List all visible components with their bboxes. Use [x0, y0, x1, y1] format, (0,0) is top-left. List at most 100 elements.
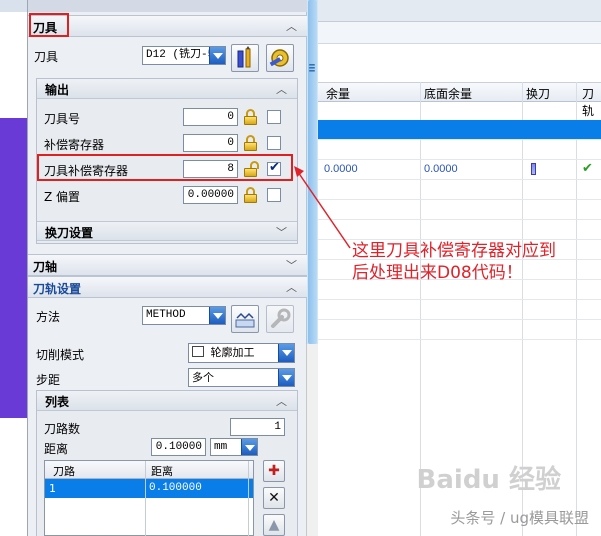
chevron-down-icon[interactable]: ﹀ [276, 224, 287, 240]
table-row[interactable] [318, 200, 601, 220]
col-path: 刀路 [53, 465, 75, 478]
z-offset-checkbox[interactable] [267, 188, 281, 202]
section-toolpath-header[interactable]: 刀轨设置 ︿ [28, 276, 307, 298]
tool-label: 刀具 [34, 50, 59, 64]
annotation-text: 这里刀具补偿寄存器对应到 后处理出来D08代码！ [352, 240, 556, 284]
chevron-up-icon[interactable]: ︿ [276, 393, 287, 409]
path-list-table[interactable]: 刀路 距离 1 0.100000 [44, 460, 254, 536]
add-path-button[interactable]: ✚ [263, 460, 285, 482]
panel-scrollbar[interactable]: ━ ━ ━ [306, 0, 318, 344]
tool-change-title: 换刀设置 [45, 226, 94, 240]
method-wrench-button[interactable] [266, 305, 294, 333]
table-row-selected[interactable] [318, 120, 601, 140]
z-offset-input[interactable]: 0.00000 [183, 186, 238, 204]
chevron-down-icon[interactable] [278, 369, 294, 386]
col-floor-stock[interactable]: 底面余量 [424, 85, 472, 102]
table-row[interactable] [318, 300, 601, 320]
chevron-down-icon[interactable] [209, 307, 225, 324]
part-geometry-view [0, 118, 30, 418]
section-tool-axis-title: 刀轴 [33, 260, 58, 274]
cut-mode-select[interactable]: 轮廓加工 [188, 343, 295, 363]
wrench-icon [271, 308, 291, 328]
move-up-button[interactable]: ▲ [263, 514, 285, 536]
grid-toolbar-secondary [318, 22, 601, 44]
annotation-line-2: 后处理出来D08代码！ [352, 263, 523, 283]
watermark-text: 头条号 / ug模具联盟 [450, 509, 589, 527]
tool-select-value: D12 (铣刀-5 [146, 49, 215, 61]
panel-top-strip [28, 0, 307, 12]
path-count-input[interactable]: 1 [230, 418, 285, 436]
method-select-value: METHOD [146, 309, 186, 321]
list-title: 列表 [45, 395, 70, 409]
table-row[interactable]: 0.0000 0.0000 ✔ [318, 160, 601, 180]
col-stock[interactable]: 余量 [326, 85, 350, 102]
edit-tool-button[interactable] [231, 44, 259, 72]
highlight-tool-title [29, 13, 69, 37]
comp-register-input[interactable]: 0 [183, 134, 238, 152]
section-toolpath-title: 刀轨设置 [33, 282, 82, 296]
panel-scrollbar-track[interactable] [306, 344, 318, 536]
comp-register-label: 补偿寄存器 [44, 138, 105, 152]
grid-toolbar [318, 0, 601, 22]
tool-number-label: 刀具号 [44, 112, 81, 126]
table-row[interactable] [318, 320, 601, 340]
table-row[interactable] [318, 220, 601, 240]
stepover-value: 多个 [192, 371, 214, 384]
create-tool-button[interactable] [266, 44, 294, 72]
chevron-down-icon[interactable] [278, 344, 294, 362]
row-path: 1 [49, 482, 56, 495]
path-count-label: 刀路数 [44, 422, 81, 436]
tool-select[interactable]: D12 (铣刀-5 [142, 46, 226, 65]
distance-unit-select[interactable]: mm [210, 438, 258, 456]
left-viewport-top-strip [0, 0, 30, 12]
lock-icon[interactable] [242, 108, 260, 126]
row-distance: 0.100000 [149, 482, 202, 494]
distance-unit-value: mm [214, 441, 228, 453]
grid-header: 余量 底面余量 换刀 刀轨 [318, 82, 601, 118]
add-icon: ✚ [268, 463, 280, 479]
stepover-label: 步距 [36, 373, 61, 387]
distance-input[interactable]: 0.10000 [151, 438, 206, 456]
table-row[interactable]: 1 0.100000 [45, 479, 253, 498]
grid-spacer [318, 44, 601, 82]
comp-register-checkbox[interactable] [267, 136, 281, 150]
edit-method-button[interactable] [231, 305, 259, 333]
delete-path-button[interactable]: ✕ [263, 487, 285, 509]
cell-floor-stock: 0.0000 [424, 163, 458, 175]
chevron-up-icon[interactable]: ︿ [286, 279, 297, 295]
operation-dialog-panel: 刀具 ︿ 刀具 D12 (铣刀-5 输出 ︿ 刀具号 0 补偿寄存器 0 刀具补… [27, 0, 307, 536]
chevron-down-icon[interactable] [241, 439, 257, 455]
section-tool-header[interactable]: 刀具 ︿ [28, 15, 307, 37]
cell-stock: 0.0000 [324, 163, 358, 175]
output-title: 输出 [45, 83, 70, 97]
chevron-up-icon[interactable]: ︿ [286, 18, 297, 34]
create-tool-gear-icon [269, 49, 289, 67]
stepover-select[interactable]: 多个 [188, 368, 295, 387]
output-header[interactable]: 输出 ︿ [37, 79, 297, 99]
table-row[interactable] [318, 180, 601, 200]
tool-number-input[interactable]: 0 [183, 108, 238, 126]
scrollbar-grip-icon: ━ ━ ━ [309, 61, 315, 77]
lock-icon[interactable] [242, 186, 260, 204]
list-header[interactable]: 列表 ︿ [37, 391, 297, 411]
highlight-tool-comp-register [37, 154, 293, 181]
chevron-down-icon[interactable] [209, 47, 225, 64]
tool-number-checkbox[interactable] [267, 110, 281, 124]
tool-change-header[interactable]: 换刀设置 ﹀ [37, 221, 297, 241]
contour-icon [192, 346, 204, 357]
scrollbar-thumb[interactable] [308, 0, 317, 344]
path-list-header: 刀路 距离 [45, 461, 253, 479]
table-row[interactable] [318, 140, 601, 160]
col-tool-change[interactable]: 换刀 [526, 85, 550, 102]
section-tool-axis-header[interactable]: 刀轴 ﹀ [28, 254, 307, 276]
table-row[interactable] [318, 102, 601, 122]
cut-mode-label: 切削模式 [36, 348, 85, 362]
chevron-down-icon[interactable]: ﹀ [286, 257, 297, 273]
z-offset-label: Z 偏置 [44, 190, 81, 204]
distance-label: 距离 [44, 442, 69, 456]
lock-icon[interactable] [242, 134, 260, 152]
chevron-up-icon[interactable]: ︿ [276, 81, 287, 97]
col-distance: 距离 [151, 465, 173, 478]
close-icon: ✕ [268, 490, 280, 506]
method-select[interactable]: METHOD [142, 306, 226, 325]
